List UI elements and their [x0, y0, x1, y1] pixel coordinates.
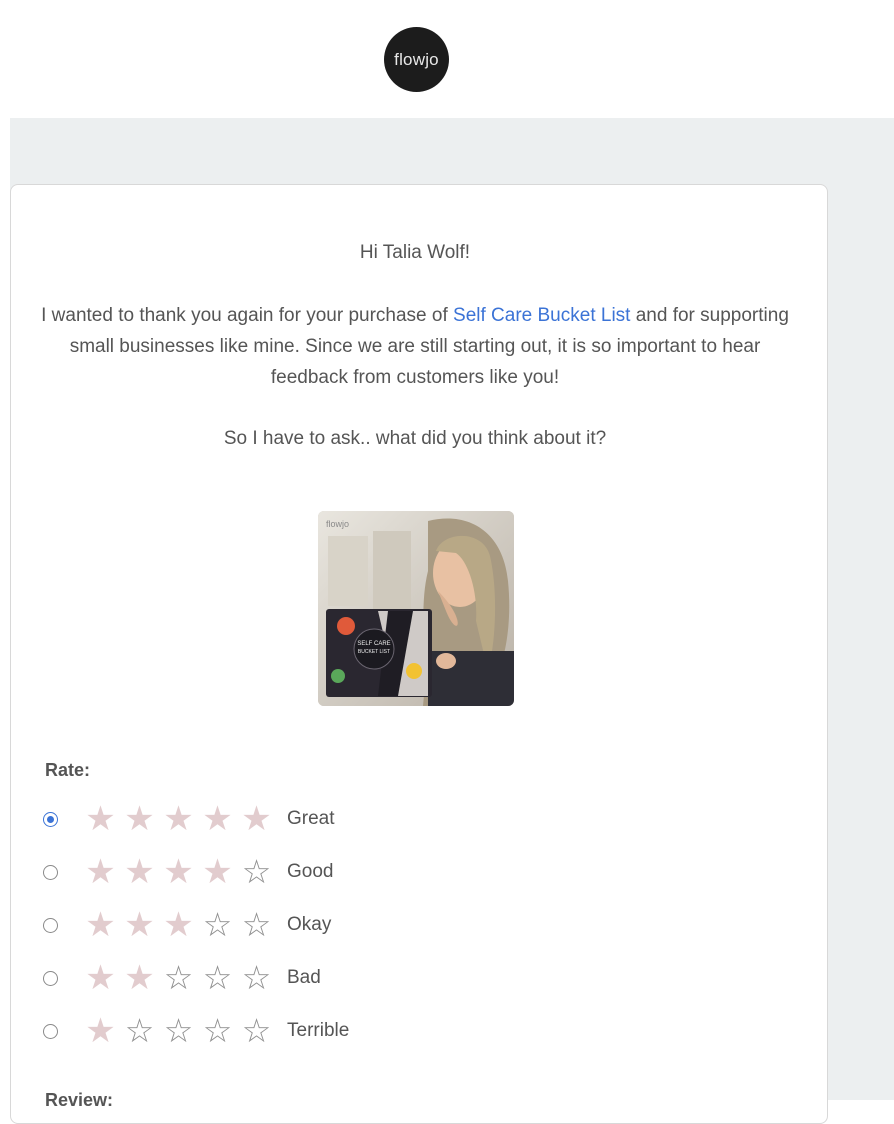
star-filled-icon: ★ [85, 959, 116, 997]
product-photo-image: SELF CARE BUCKET LIST flowjo [318, 511, 514, 706]
star-empty-icon: ☆ [163, 1012, 194, 1049]
star-filled-icon: ★ [163, 800, 194, 838]
star-empty-icon: ☆ [124, 1012, 155, 1049]
star-empty-icon: ☆ [202, 906, 233, 943]
rating-radio[interactable] [43, 917, 58, 933]
feedback-question: So I have to ask.. what did you think ab… [223, 428, 607, 449]
star-group: ★ ☆ ☆ ☆ ☆ [81, 1011, 276, 1051]
star-filled-icon: ★ [163, 906, 194, 944]
star-filled-icon: ★ [202, 853, 233, 891]
star-group: ★ ★ ★ ★ ☆ [81, 852, 276, 892]
star-empty-icon: ☆ [202, 959, 233, 996]
product-link[interactable]: Self Care Bucket List [453, 305, 630, 326]
rating-radio[interactable] [43, 970, 58, 986]
star-filled-icon: ★ [124, 959, 155, 997]
star-group: ★ ★ ★ ☆ ☆ [81, 905, 276, 945]
star-group: ★ ★ ★ ★ ★ [81, 799, 276, 839]
greeting-text: Hi Talia Wolf! [359, 242, 471, 263]
star-filled-icon: ★ [85, 853, 116, 891]
star-filled-icon: ★ [85, 906, 116, 944]
star-filled-icon: ★ [202, 800, 233, 838]
star-empty-icon: ☆ [241, 906, 272, 943]
logo-text: flowjo [394, 49, 439, 69]
email-header: flowjo [0, 0, 894, 118]
rating-radio[interactable] [43, 864, 58, 880]
star-empty-icon: ☆ [241, 1012, 272, 1049]
intro-text-before: I wanted to thank you again for your pur… [41, 305, 454, 326]
star-filled-icon: ★ [124, 906, 155, 944]
box-text-line1: SELF CARE [357, 641, 390, 647]
star-empty-icon: ☆ [202, 1012, 233, 1049]
rating-option-okay[interactable]: ★ ★ ★ ☆ ☆ Okay [43, 905, 331, 945]
star-filled-icon: ★ [124, 800, 155, 838]
intro-paragraph: I wanted to thank you again for your pur… [40, 300, 790, 393]
star-filled-icon: ★ [85, 800, 116, 838]
rating-option-label: Terrible [287, 1020, 350, 1041]
flowjo-logo: flowjo [384, 27, 449, 92]
rating-option-label: Great [287, 808, 335, 829]
rating-radio[interactable] [43, 1023, 58, 1039]
rating-option-label: Good [287, 861, 334, 882]
rating-option-label: Okay [287, 914, 332, 935]
star-empty-icon: ☆ [241, 853, 272, 890]
star-group: ★ ★ ☆ ☆ ☆ [81, 958, 276, 998]
rating-radio[interactable] [43, 811, 58, 827]
rate-label: Rate: [45, 760, 91, 780]
rating-option-label: Bad [287, 967, 321, 988]
star-filled-icon: ★ [241, 800, 272, 838]
rating-option-good[interactable]: ★ ★ ★ ★ ☆ Good [43, 852, 333, 892]
star-filled-icon: ★ [124, 853, 155, 891]
star-empty-icon: ☆ [241, 959, 272, 996]
product-photo: SELF CARE BUCKET LIST flowjo [318, 511, 514, 706]
star-filled-icon: ★ [163, 853, 194, 891]
rating-option-great[interactable]: ★ ★ ★ ★ ★ Great [43, 799, 335, 839]
rating-option-terrible[interactable]: ★ ☆ ☆ ☆ ☆ Terrible [43, 1011, 349, 1051]
review-label: Review: [45, 1090, 114, 1110]
rating-option-bad[interactable]: ★ ★ ☆ ☆ ☆ Bad [43, 958, 321, 998]
photo-watermark: flowjo [326, 519, 349, 529]
star-empty-icon: ☆ [163, 959, 194, 996]
star-filled-icon: ★ [85, 1012, 116, 1050]
box-text-line2: BUCKET LIST [358, 649, 390, 655]
